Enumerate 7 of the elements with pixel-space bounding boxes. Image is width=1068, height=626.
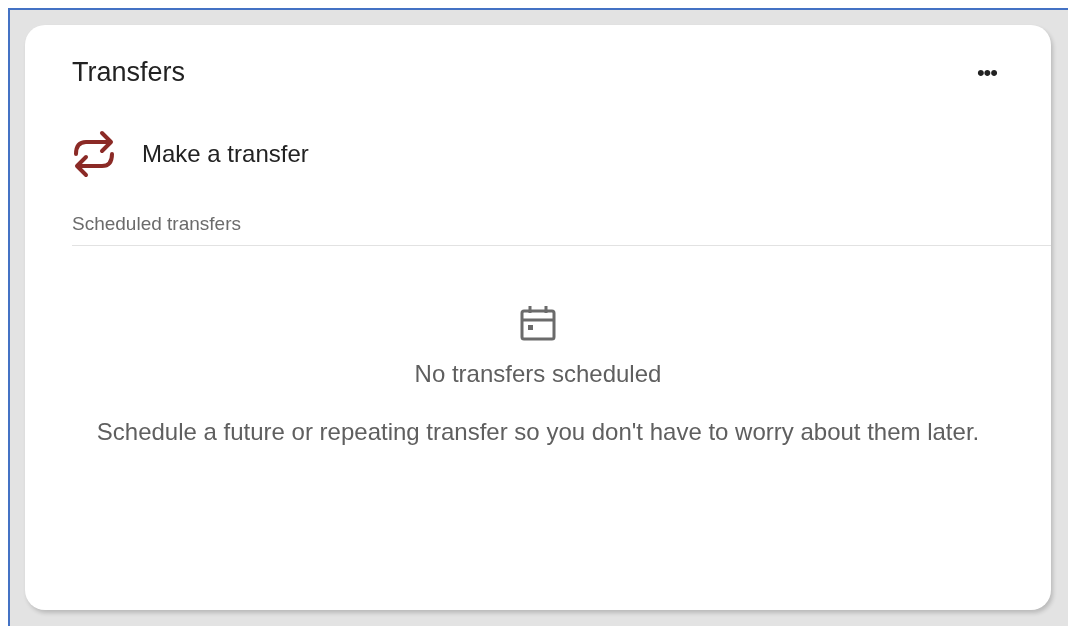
make-transfer-link[interactable]: Make a transfer — [72, 128, 309, 181]
empty-state-message: Schedule a future or repeating transfer so you don't have to worry about them later. — [95, 416, 981, 447]
more-options-button[interactable]: ••• — [972, 61, 1001, 84]
card-title: Transfers — [72, 56, 186, 89]
empty-state-title: No transfers scheduled — [413, 358, 663, 389]
section-heading: Scheduled transfers — [72, 210, 1051, 246]
calendar-icon — [519, 303, 557, 342]
